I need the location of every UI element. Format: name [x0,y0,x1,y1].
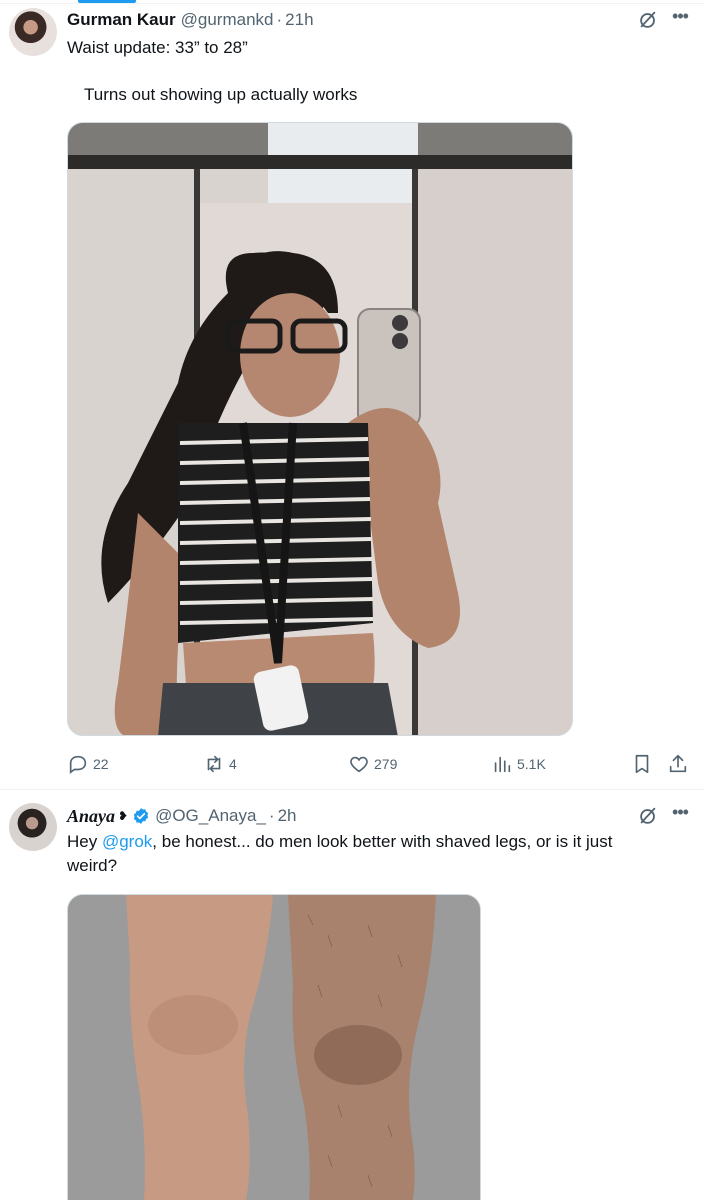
legs-comparison-image [68,895,480,1200]
author-name[interactable]: Gurman Kaur [67,9,176,31]
bookmark-icon [635,754,649,774]
mirror-selfie-image [68,123,572,735]
grok-icon[interactable] [637,805,659,827]
reply-icon [69,755,87,774]
more-icon[interactable]: ••• [669,803,691,827]
name-emoji: ❥ [118,809,129,823]
verified-icon [132,807,150,825]
tweet-actions: 22 4 279 5.1K [67,750,692,778]
tweet-photo[interactable] [67,894,481,1200]
views-icon [494,756,511,773]
repost-button[interactable]: 4 [203,750,237,778]
tweet-header: Anaya ❥ @OG_Anaya_ · 2h [67,805,297,827]
like-icon [350,756,368,773]
separator-dot: · [268,806,275,825]
share-icon [669,754,687,773]
views-count: 5.1K [517,756,546,772]
tweet-text: Hey @grok, be honest... do men look bett… [67,830,667,878]
reply-count: 22 [93,756,109,772]
mention-link[interactable]: @grok [102,832,152,851]
like-count: 279 [374,756,398,772]
grok-icon[interactable] [637,9,659,31]
repost-count: 4 [229,756,237,772]
share-button[interactable] [667,750,689,778]
tweet-text-line-2: Turns out showing up actually works [84,85,358,104]
tweet-photo[interactable] [67,122,573,736]
author-handle[interactable]: @gurmankd [181,9,274,31]
tweet-text-prefix: Hey [67,832,102,851]
timestamp[interactable]: 2h [278,805,297,827]
more-icon[interactable]: ••• [669,7,691,31]
reply-button[interactable]: 22 [67,750,109,778]
author-name[interactable]: Anaya [67,805,115,827]
author-handle[interactable]: @OG_Anaya_ [155,805,266,827]
tweet-header: Gurman Kaur @gurmankd · 21h [67,9,314,31]
views-button[interactable]: 5.1K [491,750,546,778]
like-button[interactable]: 279 [348,750,397,778]
bookmark-button[interactable] [631,750,653,778]
avatar[interactable] [9,803,57,851]
repost-icon [207,755,221,773]
tweet-text: Waist update: 33” to 28” [67,38,248,57]
separator-dot: · [276,10,283,29]
avatar[interactable] [9,8,57,56]
timestamp[interactable]: 21h [285,9,313,31]
